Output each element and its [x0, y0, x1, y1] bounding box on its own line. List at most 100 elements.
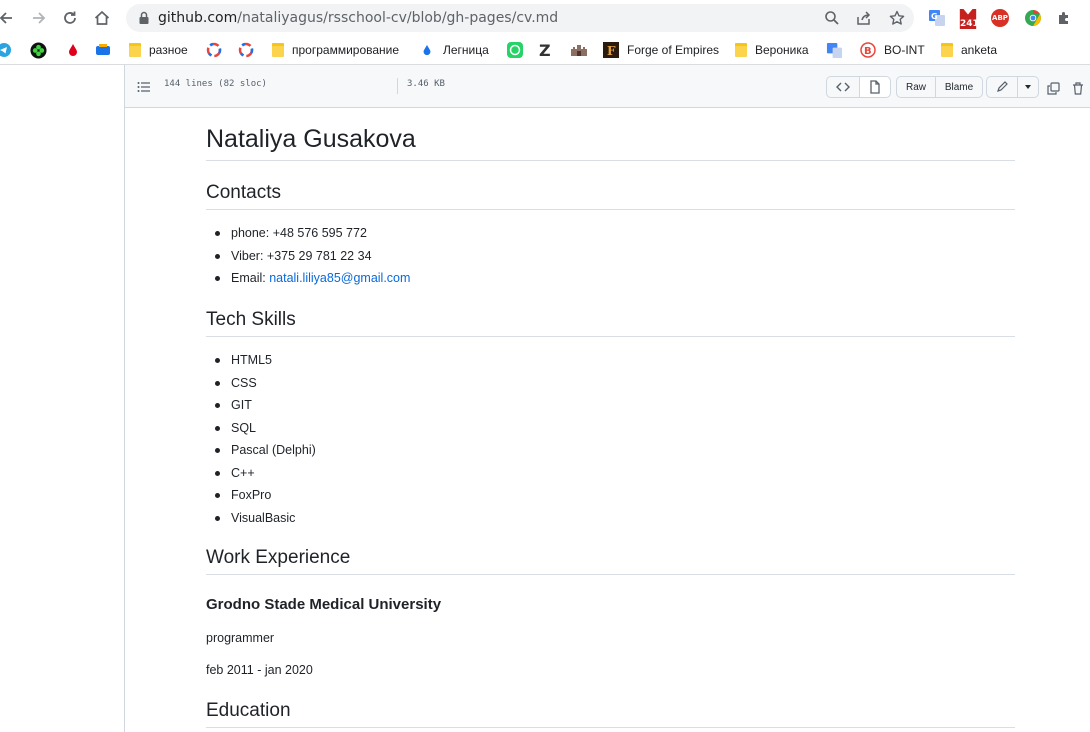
bookmark-red-drop[interactable]	[66, 40, 88, 60]
bookmark-z[interactable]: Z	[539, 40, 551, 60]
translate-icon	[826, 42, 843, 58]
lock-icon	[139, 11, 149, 24]
telegram-icon	[0, 43, 11, 57]
skill-item: FoxPro	[206, 487, 316, 510]
caret-down-icon	[1025, 85, 1031, 89]
bookmark-telegram[interactable]	[0, 40, 19, 60]
reload-icon	[64, 11, 76, 24]
source-view-button[interactable]	[826, 76, 860, 98]
job-position: programmer	[206, 631, 275, 645]
bookmark-ring-1[interactable]	[206, 40, 230, 60]
home-button[interactable]	[90, 6, 114, 30]
skill-item: GIT	[206, 397, 316, 420]
extensions-menu-button[interactable]	[1054, 8, 1074, 28]
bookmark-legnica[interactable]: Легница	[421, 40, 489, 60]
abp-label: ABP	[992, 14, 1008, 22]
bookmark-label: Вероника	[755, 43, 809, 57]
bookmark-translate[interactable]	[826, 40, 851, 60]
bookmark-folder-veronika[interactable]: Вероника	[735, 40, 809, 60]
bookmark-star-button[interactable]	[888, 9, 906, 27]
reload-button[interactable]	[58, 6, 82, 30]
bookmark-folder-programming[interactable]: программирование	[272, 40, 399, 60]
employer-heading: Grodno Stade Medical University	[206, 596, 442, 613]
contact-phone: phone: +48 576 595 772	[206, 225, 410, 248]
raw-button[interactable]: Raw	[896, 76, 936, 98]
castle-icon	[571, 45, 587, 56]
bookmark-label: anketa	[961, 43, 998, 57]
raw-label: Raw	[905, 81, 926, 93]
rendered-view-button[interactable]	[860, 76, 891, 98]
file-tree-pane	[0, 65, 125, 732]
folder-icon	[129, 43, 141, 57]
bookmarks-bar: разное программирование Легница Z F Forg…	[0, 36, 1090, 65]
bookmark-folder-raznoe[interactable]: разное	[129, 40, 188, 60]
bookmark-tvs[interactable]	[95, 40, 119, 60]
adblock-extension[interactable]: ABP	[991, 9, 1009, 27]
skills-list: HTML5 CSS GIT SQL Pascal (Delphi) C++ Fo…	[206, 352, 316, 532]
browser-toolbar: github.com/nataliyagus/rsschool-cv/blob/…	[0, 0, 1090, 36]
bookmark-bo-int[interactable]: B BO-INT	[860, 40, 925, 60]
skill-item: Pascal (Delphi)	[206, 442, 316, 465]
blame-button[interactable]: Blame	[936, 76, 983, 98]
svg-text:F: F	[607, 44, 616, 58]
foe-icon: F	[603, 42, 619, 58]
share-button[interactable]	[855, 9, 873, 27]
blame-label: Blame	[944, 81, 974, 93]
url-path: /nataliyagus/rsschool-cv/blob/gh-pages/c…	[237, 10, 559, 26]
file-info-separator	[397, 78, 398, 94]
bookmark-label: Forge of Empires	[627, 43, 720, 57]
google-translate-extension[interactable]: G	[927, 8, 947, 28]
copy-button[interactable]	[1047, 80, 1060, 99]
url-text: github.com/nataliyagus/rsschool-cv/blob/…	[158, 9, 558, 27]
mail-extension[interactable]: 241	[958, 6, 979, 32]
red-drop-icon	[69, 44, 77, 56]
z-icon: Z	[539, 40, 551, 60]
forward-arrow-icon	[33, 12, 46, 24]
zoom-button[interactable]	[823, 9, 841, 27]
bookmark-whatsapp[interactable]	[507, 40, 531, 60]
skill-item: HTML5	[206, 352, 316, 375]
delete-button[interactable]	[1072, 80, 1084, 99]
bookmark-label: BO-INT	[884, 43, 925, 57]
bookmark-ring-2[interactable]	[238, 40, 262, 60]
home-icon	[94, 10, 110, 25]
file-line-count: 144 lines (82 sloc)	[164, 79, 267, 89]
back-arrow-icon	[0, 12, 12, 24]
bookmark-forge-of-empires[interactable]: F Forge of Empires	[603, 40, 719, 60]
bookmark-clover[interactable]	[30, 40, 55, 60]
contact-viber: Viber: +375 29 781 22 34	[206, 248, 410, 271]
file-icon	[870, 80, 880, 94]
chrome-extension[interactable]	[1023, 8, 1043, 28]
back-button[interactable]	[0, 6, 18, 30]
folder-icon	[941, 43, 953, 57]
edit-file-button[interactable]	[986, 76, 1018, 98]
bookmark-label: программирование	[292, 43, 400, 57]
forward-button[interactable]	[27, 6, 51, 30]
copy-icon	[1047, 82, 1060, 95]
bookmark-folder-anketa[interactable]: anketa	[941, 40, 997, 60]
job-period: feb 2011 - jan 2020	[206, 663, 313, 677]
green-clover-icon	[30, 41, 47, 59]
magnifier-icon	[825, 11, 839, 25]
skill-item: SQL	[206, 420, 316, 443]
tvs-icon	[96, 44, 110, 55]
education-heading: Education	[206, 699, 1015, 728]
address-bar[interactable]: github.com/nataliyagus/rsschool-cv/blob/…	[126, 4, 914, 32]
list-outline-icon	[137, 82, 150, 92]
email-link[interactable]: natali.liliya85@gmail.com	[269, 271, 410, 285]
skill-item: C++	[206, 465, 316, 488]
work-experience-heading: Work Experience	[206, 546, 1015, 575]
drop-icon	[423, 44, 431, 56]
chrome-icon	[1025, 10, 1041, 26]
email-label: Email:	[231, 271, 270, 285]
tech-skills-heading: Tech Skills	[206, 308, 1015, 337]
code-icon	[836, 82, 850, 92]
puzzle-icon	[1059, 12, 1068, 24]
bookmark-castle[interactable]	[570, 40, 596, 60]
pencil-icon	[997, 81, 1008, 92]
ring-icon	[206, 42, 222, 58]
outline-button[interactable]	[137, 79, 151, 98]
mail-badge-count: 241	[960, 19, 979, 29]
edit-dropdown-button[interactable]	[1018, 76, 1039, 98]
url-host: github.com	[158, 10, 238, 26]
